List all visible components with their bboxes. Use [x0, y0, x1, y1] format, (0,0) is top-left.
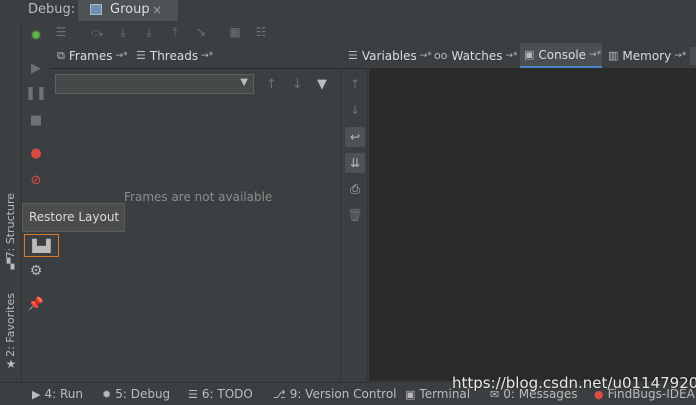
tab-label: Frames [68, 48, 113, 63]
pin-tab-icon[interactable]: →* [116, 51, 128, 61]
debug-tool-window-header: Debug: Group × [0, 0, 696, 22]
pin-tab-icon[interactable]: →* [201, 51, 213, 61]
group-tab-label: Group [110, 2, 150, 17]
tooltip-text: Restore Layout [29, 210, 120, 224]
variables-icon: ☰ [348, 49, 358, 62]
window-icon [90, 4, 102, 15]
threads-icon: ☰ [136, 49, 146, 62]
tab-label: Watches [451, 48, 503, 63]
run-tool-button[interactable]: ▶ 4: Run [32, 387, 83, 401]
tab-overflow-edge [690, 47, 696, 65]
pin-icon[interactable]: 📌 [26, 294, 46, 314]
resume-icon[interactable]: ▶ [26, 58, 46, 78]
tab-label: Console [538, 47, 587, 62]
tab-label: Threads [149, 48, 199, 63]
console-side-toolbar: ↑ ↓ ↩ ⇊ ⎙ 🗑 [340, 69, 368, 381]
version-control-icon: ⎇ [273, 388, 286, 401]
scroll-to-end-icon[interactable]: ⇊ [345, 153, 365, 173]
trash-icon[interactable]: 🗑 [345, 205, 365, 225]
rerun-debug-icon[interactable]: ✹ [26, 26, 46, 46]
frames-icon: ⧉ [57, 48, 65, 62]
close-icon[interactable]: × [152, 3, 162, 17]
gear-icon[interactable]: ⚙ [26, 261, 46, 281]
console-icon: ▣ [524, 48, 535, 61]
watermark-text: https://blog.csdn.net/u011479200 [452, 374, 696, 392]
group-tab[interactable]: Group × [78, 0, 178, 21]
debugger-tab-strip: ⧉ Frames →* ☰ Threads →* ☰ Variables →* … [50, 43, 696, 69]
show-execution-point-icon[interactable]: ⤼ [88, 24, 106, 40]
filter-icon[interactable]: ▼ [317, 77, 327, 92]
layout-icon: ▙▟ [32, 238, 51, 253]
memory-icon: ▥ [608, 49, 619, 62]
tab-label: Variables [361, 48, 417, 63]
tab-memory[interactable]: ▥ Memory →* [604, 43, 690, 68]
chevron-down-icon: ▼ [240, 77, 248, 88]
console-output[interactable] [369, 69, 696, 381]
down-arrow-icon[interactable]: ↓ [345, 100, 365, 120]
print-icon[interactable]: ⎙ [345, 179, 365, 199]
tab-console[interactable]: ▣ Console →* [520, 43, 602, 68]
tab-watches[interactable]: oo Watches →* [430, 43, 518, 68]
stop-icon[interactable]: ■ [26, 110, 46, 130]
previous-frame-icon[interactable]: ↑ [266, 77, 277, 92]
view-breakpoints-icon[interactable]: ● [26, 143, 46, 163]
step-into-icon[interactable]: ⤓ [140, 24, 158, 40]
left-tool-stripe: 7: Structure ▚ 2: Favorites ★ [0, 21, 22, 381]
pin-tab-icon[interactable]: →* [589, 50, 601, 60]
thread-selector-combo[interactable]: ▼ [55, 74, 254, 94]
terminal-icon: ▣ [405, 388, 416, 401]
structure-tool-button[interactable]: 7: Structure [4, 193, 17, 258]
restore-layout-button[interactable]: ▙▟ [24, 234, 59, 257]
soft-wrap-icon[interactable]: ↩ [345, 127, 365, 147]
mute-breakpoints-icon[interactable]: ⊘ [26, 170, 46, 190]
next-frame-icon[interactable]: ↓ [292, 77, 303, 92]
run-icon: ▶ [32, 388, 41, 401]
up-arrow-icon[interactable]: ↑ [345, 74, 365, 94]
watches-icon: oo [434, 49, 448, 62]
pause-icon[interactable]: ❚❚ [25, 83, 47, 103]
frames-empty-message: Frames are not available [124, 190, 273, 204]
trace-icon[interactable]: ☷ [252, 24, 270, 40]
evaluate-expression-icon[interactable]: ▦ [226, 24, 244, 40]
tab-frames[interactable]: ⧉ Frames →* [53, 43, 130, 68]
debug-icon: ✹ [102, 388, 112, 401]
pin-tab-icon[interactable]: →* [505, 51, 517, 61]
step-out-icon[interactable]: ⤒ [166, 24, 184, 40]
tab-threads[interactable]: ☰ Threads →* [132, 43, 213, 68]
step-over-icon[interactable]: ⤓ [114, 24, 132, 40]
version-control-tool-button[interactable]: ⎇ 9: Version Control [273, 387, 397, 401]
tab-variables[interactable]: ☰ Variables →* [344, 43, 432, 68]
pin-tab-icon[interactable]: →* [674, 51, 686, 61]
run-to-cursor-icon[interactable]: ↘ [192, 24, 210, 40]
debug-tool-button[interactable]: ✹ 5: Debug [102, 387, 170, 401]
debug-label: Debug: [28, 2, 76, 17]
star-icon: ★ [5, 357, 17, 371]
favorites-tool-button[interactable]: 2: Favorites [4, 293, 17, 357]
restore-layout-tooltip: Restore Layout [22, 203, 125, 232]
structure-icon: ▚ [6, 259, 15, 270]
debug-toolbar: ☰ ⤼ ⤓ ⤓ ⤒ ↘ ▦ ☷ [50, 21, 696, 43]
tab-label: Memory [622, 48, 672, 63]
menu-lines-icon[interactable]: ☰ [52, 24, 70, 40]
debug-actions-column: ✹ ▶ ❚❚ ■ ● ⊘ ⚙ 📌 [22, 21, 50, 381]
todo-icon: ☰ [188, 388, 198, 401]
todo-tool-button[interactable]: ☰ 6: TODO [188, 387, 253, 401]
